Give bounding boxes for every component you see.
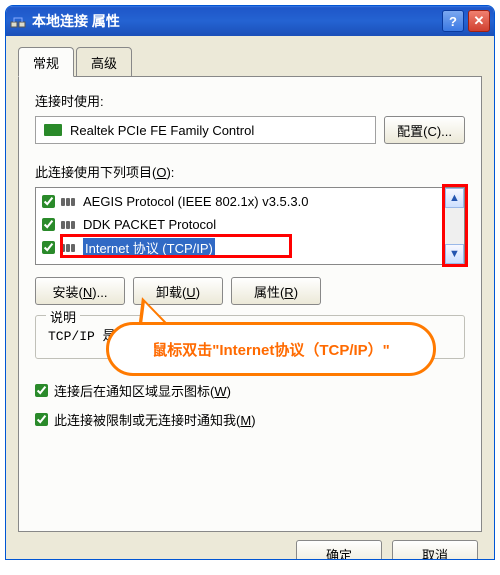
client-area: 常规 高级 连接时使用: Realtek PCIe FE Family Cont… [6,36,494,548]
protocol-icon [61,220,77,230]
list-item[interactable]: DDK PACKET Protocol [36,213,444,236]
help-button[interactable]: ? [442,10,464,32]
dialog-footer: 确定 取消 [18,532,482,560]
items-label: 此连接使用下列项目(O): [35,162,465,181]
annotation-highlight-scroll [442,184,468,267]
item-checkbox[interactable] [42,218,55,231]
window-title: 本地连接 属性 [32,11,438,31]
adapter-name: Realtek PCIe FE Family Control [70,123,254,138]
show-icon-label: 连接后在通知区域显示图标(W) [54,381,231,400]
item-label: DDK PACKET Protocol [83,217,216,232]
tab-strip: 常规 高级 [18,47,482,77]
tab-general[interactable]: 常规 [18,47,74,77]
properties-button[interactable]: 属性(R) [231,277,321,305]
show-icon-checkbox[interactable] [35,384,48,397]
configure-button[interactable]: 配置(C)... [384,116,465,144]
protocol-icon [61,197,77,207]
tab-advanced[interactable]: 高级 [76,47,132,77]
titlebar[interactable]: 本地连接 属性 ? ✕ [6,6,494,36]
install-button[interactable]: 安装(N)... [35,277,125,305]
tab-panel: 连接时使用: Realtek PCIe FE Family Control 配置… [18,76,482,532]
annotation-callout: 鼠标双击"Internet协议（TCP/IP）" [106,322,436,376]
properties-dialog: 本地连接 属性 ? ✕ 常规 高级 连接时使用: Realtek PCIe FE… [5,5,495,560]
annotation-highlight-item [60,234,292,258]
notify-limited-checkbox[interactable] [35,413,48,426]
list-item[interactable]: AEGIS Protocol (IEEE 802.1x) v3.5.3.0 [36,190,444,213]
nic-icon [44,124,62,136]
callout-text: 鼠标双击"Internet协议（TCP/IP）" [152,339,390,360]
connect-using-label: 连接时使用: [35,91,465,110]
close-button[interactable]: ✕ [468,10,490,32]
item-label: AEGIS Protocol (IEEE 802.1x) v3.5.3.0 [83,194,308,209]
notify-limited-label: 此连接被限制或无连接时通知我(M) [54,410,256,429]
item-checkbox[interactable] [42,195,55,208]
cancel-button[interactable]: 取消 [392,540,478,560]
adapter-field: Realtek PCIe FE Family Control [35,116,376,144]
connection-icon [10,13,26,29]
description-legend: 说明 [46,307,80,326]
ok-button[interactable]: 确定 [296,540,382,560]
item-checkbox[interactable] [42,241,55,254]
